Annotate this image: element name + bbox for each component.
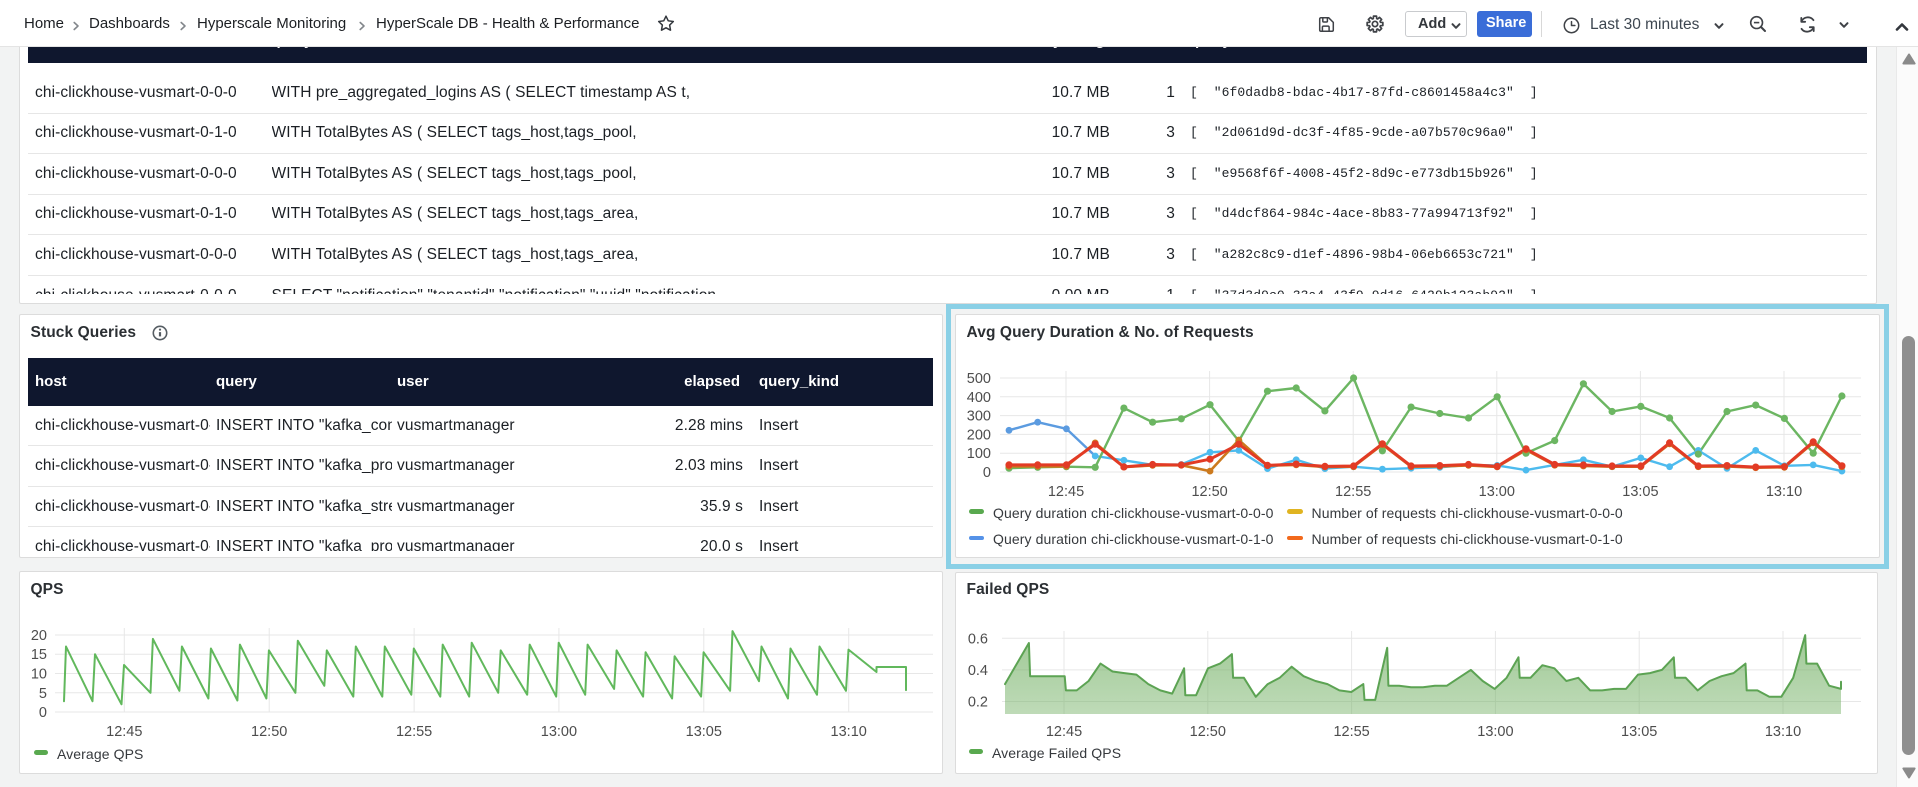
- svg-text:0.4: 0.4: [968, 663, 988, 679]
- svg-text:12:45: 12:45: [1048, 484, 1084, 500]
- svg-text:100: 100: [967, 446, 991, 462]
- svg-text:0: 0: [983, 465, 991, 481]
- svg-text:13:10: 13:10: [831, 724, 867, 740]
- svg-text:12:50: 12:50: [1190, 724, 1226, 740]
- svg-text:13:00: 13:00: [541, 724, 577, 740]
- svg-text:13:00: 13:00: [1477, 724, 1513, 740]
- svg-text:13:10: 13:10: [1765, 724, 1801, 740]
- svg-text:200: 200: [967, 427, 991, 443]
- svg-text:13:05: 13:05: [686, 724, 722, 740]
- svg-text:500: 500: [967, 371, 991, 387]
- svg-text:12:50: 12:50: [1191, 484, 1227, 500]
- svg-text:400: 400: [967, 390, 991, 406]
- svg-text:0: 0: [39, 705, 47, 721]
- svg-text:13:05: 13:05: [1621, 724, 1657, 740]
- svg-text:13:00: 13:00: [1479, 484, 1515, 500]
- svg-text:5: 5: [39, 686, 47, 702]
- svg-text:0.2: 0.2: [968, 695, 988, 711]
- svg-text:12:55: 12:55: [1335, 484, 1371, 500]
- svg-text:12:45: 12:45: [1046, 724, 1082, 740]
- svg-text:12:55: 12:55: [396, 724, 432, 740]
- svg-text:300: 300: [967, 409, 991, 425]
- svg-text:13:10: 13:10: [1766, 484, 1802, 500]
- svg-text:12:55: 12:55: [1333, 724, 1369, 740]
- svg-text:13:05: 13:05: [1622, 484, 1658, 500]
- svg-text:12:50: 12:50: [251, 724, 287, 740]
- svg-text:0.6: 0.6: [968, 631, 988, 647]
- svg-text:10: 10: [31, 667, 47, 683]
- svg-text:15: 15: [31, 647, 47, 663]
- svg-text:12:45: 12:45: [106, 724, 142, 740]
- svg-text:20: 20: [31, 628, 47, 644]
